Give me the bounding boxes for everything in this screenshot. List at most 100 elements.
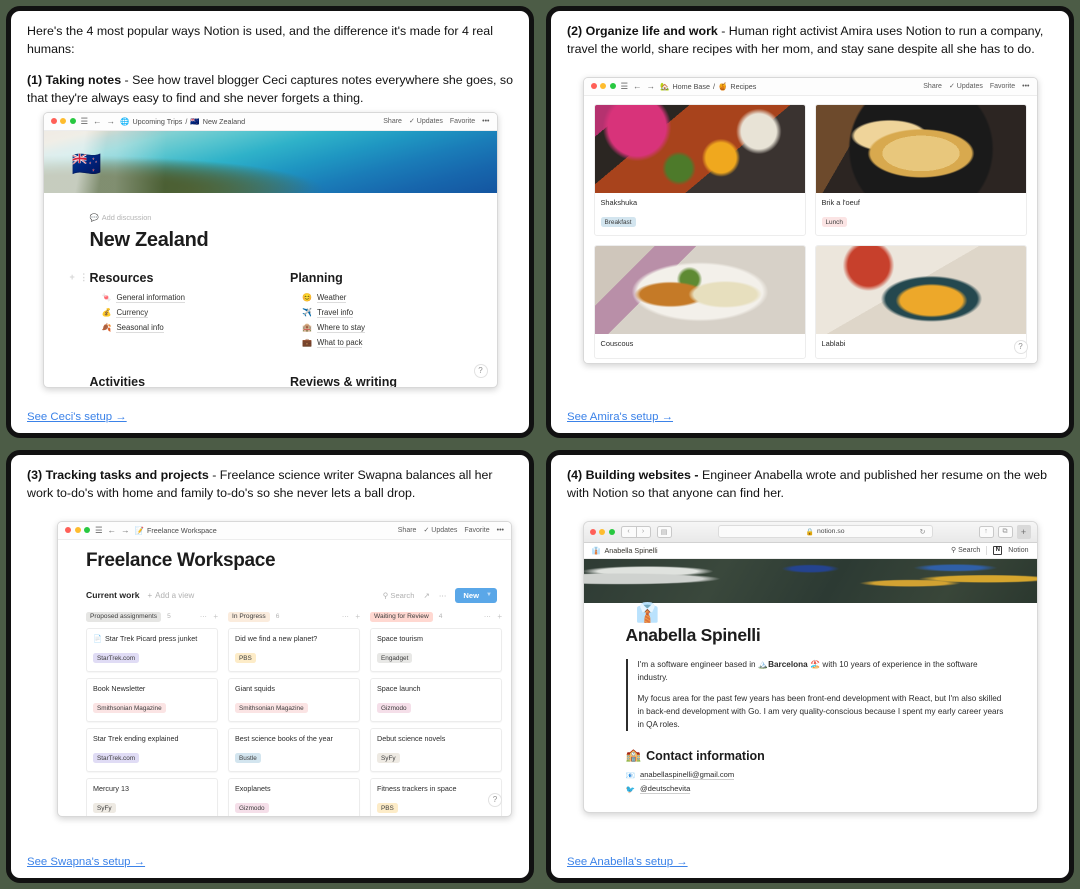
kanban-card[interactable]: 📄 Star Trek Picard press junket StarTrek.… — [86, 627, 218, 672]
back-arrow-icon[interactable]: ← — [108, 526, 117, 535]
page-icon-flag-nz[interactable]: 🇳🇿 — [72, 152, 102, 177]
chevron-down-icon[interactable]: ▼ — [486, 592, 492, 598]
recipe-card[interactable]: Brik a l'oeuf Lunch — [814, 103, 1027, 236]
maximize-icon[interactable] — [84, 527, 90, 534]
kanban-card[interactable]: Star Trek ending explained StarTrek.com — [86, 727, 218, 772]
updates-button[interactable]: ✓ Updates — [409, 117, 443, 125]
forward-arrow-icon[interactable]: → — [107, 117, 116, 126]
back-icon[interactable]: ‹ — [620, 525, 636, 538]
address-bar[interactable]: 🔒 notion.so ↻ — [717, 525, 933, 539]
list-item[interactable]: 💼 What to pack — [302, 338, 467, 348]
list-item[interactable]: 😊 Weather — [302, 293, 467, 303]
kanban-card[interactable]: Debut science novels SyFy — [370, 727, 502, 772]
menu-icon[interactable]: ☰ — [95, 526, 103, 535]
kanban-card[interactable]: Best science books of the year Bustle — [228, 727, 360, 772]
more-options-icon[interactable]: ••• — [1022, 83, 1029, 90]
contact-item-email[interactable]: 📧 anabellaspinelli@gmail.com — [626, 770, 1007, 781]
search-button[interactable]: ⚲ Search — [951, 546, 980, 554]
maximize-icon[interactable] — [608, 528, 615, 535]
drag-handle-icon[interactable]: + ⋮ — [70, 272, 90, 283]
see-ceci-setup-link[interactable]: See Ceci's setup → — [27, 405, 513, 423]
column-add-icon[interactable]: + — [497, 612, 502, 621]
forward-arrow-icon[interactable]: → — [647, 82, 656, 91]
see-anabella-setup-link[interactable]: See Anabella's setup → — [567, 850, 1053, 868]
back-arrow-icon[interactable]: ← — [633, 82, 642, 91]
view-tab-current-work[interactable]: Current work — [86, 590, 139, 600]
breadcrumb[interactable]: 📝 Freelance Workspace — [135, 526, 217, 535]
breadcrumb[interactable]: 🌐 Upcoming Trips / 🇳🇿 New Zealand — [120, 117, 245, 126]
breadcrumb-current[interactable]: Freelance Workspace — [147, 526, 217, 535]
expand-icon[interactable]: ↗ — [423, 591, 429, 600]
back-arrow-icon[interactable]: ← — [93, 117, 102, 126]
updates-button[interactable]: ✓ Updates — [949, 82, 983, 90]
avatar[interactable]: 👔 — [636, 604, 660, 623]
breadcrumb-current[interactable]: New Zealand — [203, 117, 245, 126]
kanban-card[interactable]: Space launch Gizmodo — [370, 677, 502, 722]
favorite-button[interactable]: Favorite — [464, 527, 489, 534]
maximize-icon[interactable] — [69, 118, 76, 125]
close-icon[interactable] — [590, 83, 597, 90]
minimize-icon[interactable] — [599, 528, 605, 535]
site-page-name[interactable]: Anabella Spinelli — [604, 546, 657, 555]
menu-icon[interactable]: ☰ — [621, 82, 629, 91]
add-discussion-button[interactable]: 💬 Add discussion — [90, 213, 467, 222]
column-more-icon[interactable]: ⋯ — [342, 613, 350, 621]
favorite-button[interactable]: Favorite — [990, 83, 1015, 90]
column-more-icon[interactable]: ⋯ — [200, 613, 208, 621]
minimize-icon[interactable] — [60, 118, 66, 125]
kanban-card[interactable]: Did we find a new planet? PBS — [228, 627, 360, 672]
kanban-card[interactable]: Mercury 13 SyFy — [86, 777, 218, 816]
see-amira-setup-link[interactable]: See Amira's setup → — [567, 405, 1053, 423]
help-button[interactable]: ? — [488, 792, 502, 807]
see-swapna-setup-link[interactable]: See Swapna's setup → — [27, 850, 513, 868]
forward-icon[interactable]: › — [635, 525, 651, 538]
more-options-icon[interactable]: ••• — [497, 527, 504, 534]
list-item[interactable]: 🍬 General information — [102, 293, 267, 303]
breadcrumb-current[interactable]: Recipes — [730, 82, 756, 91]
notion-label[interactable]: Notion — [1008, 547, 1028, 554]
new-tab-icon[interactable]: + — [1016, 524, 1031, 539]
recipe-card[interactable]: Couscous — [593, 244, 806, 359]
reload-icon[interactable]: ↻ — [920, 528, 926, 536]
minimize-icon[interactable] — [600, 83, 606, 90]
list-item[interactable]: 💰 Currency — [102, 308, 267, 318]
maximize-icon[interactable] — [609, 83, 616, 90]
breadcrumb-parent[interactable]: Upcoming Trips — [132, 117, 182, 126]
more-options-icon[interactable]: ⋯ — [439, 591, 447, 600]
list-item[interactable]: ✈️ Travel info — [302, 308, 467, 318]
column-add-icon[interactable]: + — [213, 612, 218, 621]
menu-icon[interactable]: ☰ — [81, 117, 89, 126]
sidebar-toggle-icon[interactable]: ▤ — [656, 525, 672, 538]
close-icon[interactable] — [65, 527, 71, 534]
recipe-card[interactable]: Shakshuka Breakfast — [593, 103, 806, 236]
contact-item-twitter[interactable]: 🐦 @deutschevita — [626, 784, 1007, 795]
share-button[interactable]: Share — [923, 83, 942, 90]
column-add-icon[interactable]: + — [355, 612, 360, 621]
share-icon[interactable]: ↑ — [978, 525, 994, 538]
kanban-card[interactable]: Space tourism Engadget — [370, 627, 502, 672]
list-item[interactable]: 🏨 Where to stay — [302, 323, 467, 333]
breadcrumb[interactable]: 🏡 Home Base / 🍯 Recipes — [660, 82, 756, 91]
forward-arrow-icon[interactable]: → — [121, 526, 130, 535]
column-more-icon[interactable]: ⋯ — [484, 613, 492, 621]
breadcrumb-parent[interactable]: Home Base — [672, 82, 710, 91]
updates-button[interactable]: ✓ Updates — [423, 526, 457, 534]
kanban-card[interactable]: Fitness trackers in space PBS — [370, 777, 502, 816]
share-button[interactable]: Share — [398, 527, 417, 534]
close-icon[interactable] — [50, 118, 57, 125]
recipe-card[interactable]: Lablabi — [814, 244, 1027, 359]
search-button[interactable]: ⚲ Search — [383, 591, 415, 600]
list-item[interactable]: 🍂 Seasonal info — [102, 323, 267, 333]
kanban-card[interactable]: Giant squids Smithsonian Magazine — [228, 677, 360, 722]
kanban-card[interactable]: Exoplanets Gizmodo — [228, 777, 360, 816]
favorite-button[interactable]: Favorite — [450, 118, 475, 125]
tab-overview-icon[interactable]: ⧉ — [997, 525, 1013, 538]
share-button[interactable]: Share — [383, 118, 402, 125]
close-icon[interactable] — [589, 528, 596, 535]
more-options-icon[interactable]: ••• — [482, 118, 489, 125]
new-button[interactable]: New ▼ — [455, 587, 497, 603]
kanban-card[interactable]: Book Newsletter Smithsonian Magazine — [86, 677, 218, 722]
help-button[interactable]: ? — [473, 363, 488, 378]
add-view-button[interactable]: + Add a view — [147, 591, 194, 600]
minimize-icon[interactable] — [74, 527, 81, 534]
